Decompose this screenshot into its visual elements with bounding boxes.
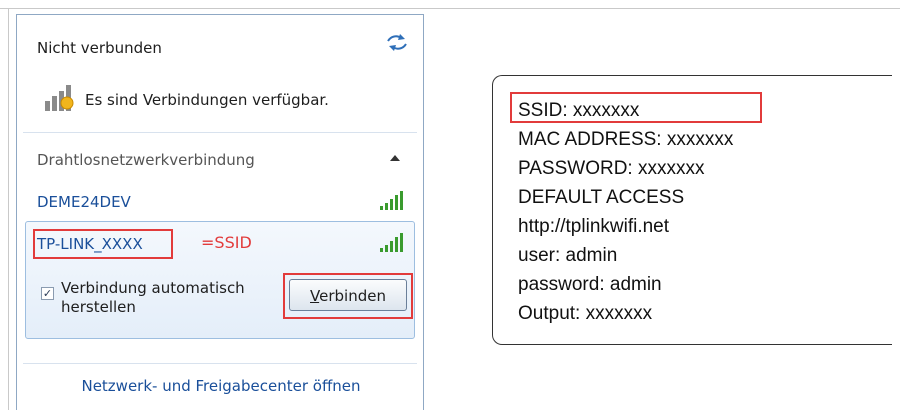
- frame-left-line: [8, 8, 9, 410]
- signal-bars-icon: [380, 191, 403, 210]
- info-line-url: http://tplinkwifi.net: [518, 216, 670, 237]
- network-available-icon: [45, 85, 74, 111]
- ssid-annotation: =SSID: [201, 233, 252, 252]
- connect-button-label: erbinden: [319, 287, 386, 305]
- info-line-mac: MAC ADDRESS: xxxxxxx: [518, 129, 734, 150]
- auto-connect-label: Verbindung automatisch herstellen: [61, 279, 245, 316]
- connections-available-text: Es sind Verbindungen verfügbar.: [85, 91, 329, 109]
- info-line-user: user: admin: [518, 245, 618, 266]
- info-line-default-access: DEFAULT ACCESS: [518, 187, 685, 208]
- network-sharing-center-link[interactable]: Netzwerk- und Freigabecenter öffnen: [17, 377, 425, 395]
- network-flyout: Nicht verbunden Es sind Verbindungen ver…: [16, 14, 424, 410]
- connection-status-title: Nicht verbunden: [37, 39, 162, 57]
- divider: [23, 132, 417, 133]
- frame-top-line: [0, 8, 900, 9]
- auto-connect-checkbox[interactable]: ✓: [41, 287, 54, 300]
- chevron-up-icon[interactable]: [389, 153, 401, 163]
- wireless-section-header[interactable]: Drahtlosnetzwerkverbindung: [37, 151, 255, 169]
- info-line-output: Output: xxxxxxx: [518, 303, 653, 324]
- refresh-icon[interactable]: [385, 33, 409, 51]
- info-line-ssid: SSID: xxxxxxx: [518, 100, 640, 121]
- network-item-deme24dev[interactable]: DEME24DEV: [37, 193, 131, 211]
- footer-divider: [23, 363, 417, 364]
- info-line-password: PASSWORD: xxxxxxx: [518, 158, 705, 179]
- ssid-highlight-box: [33, 229, 173, 259]
- info-line-admin-password: password: admin: [518, 274, 662, 295]
- signal-bars-icon: [380, 233, 403, 252]
- connect-button[interactable]: Verbinden: [289, 279, 407, 311]
- router-info-list: SSID: xxxxxxx MAC ADDRESS: xxxxxxx PASSW…: [518, 96, 733, 328]
- connect-button-accel: V: [310, 287, 320, 305]
